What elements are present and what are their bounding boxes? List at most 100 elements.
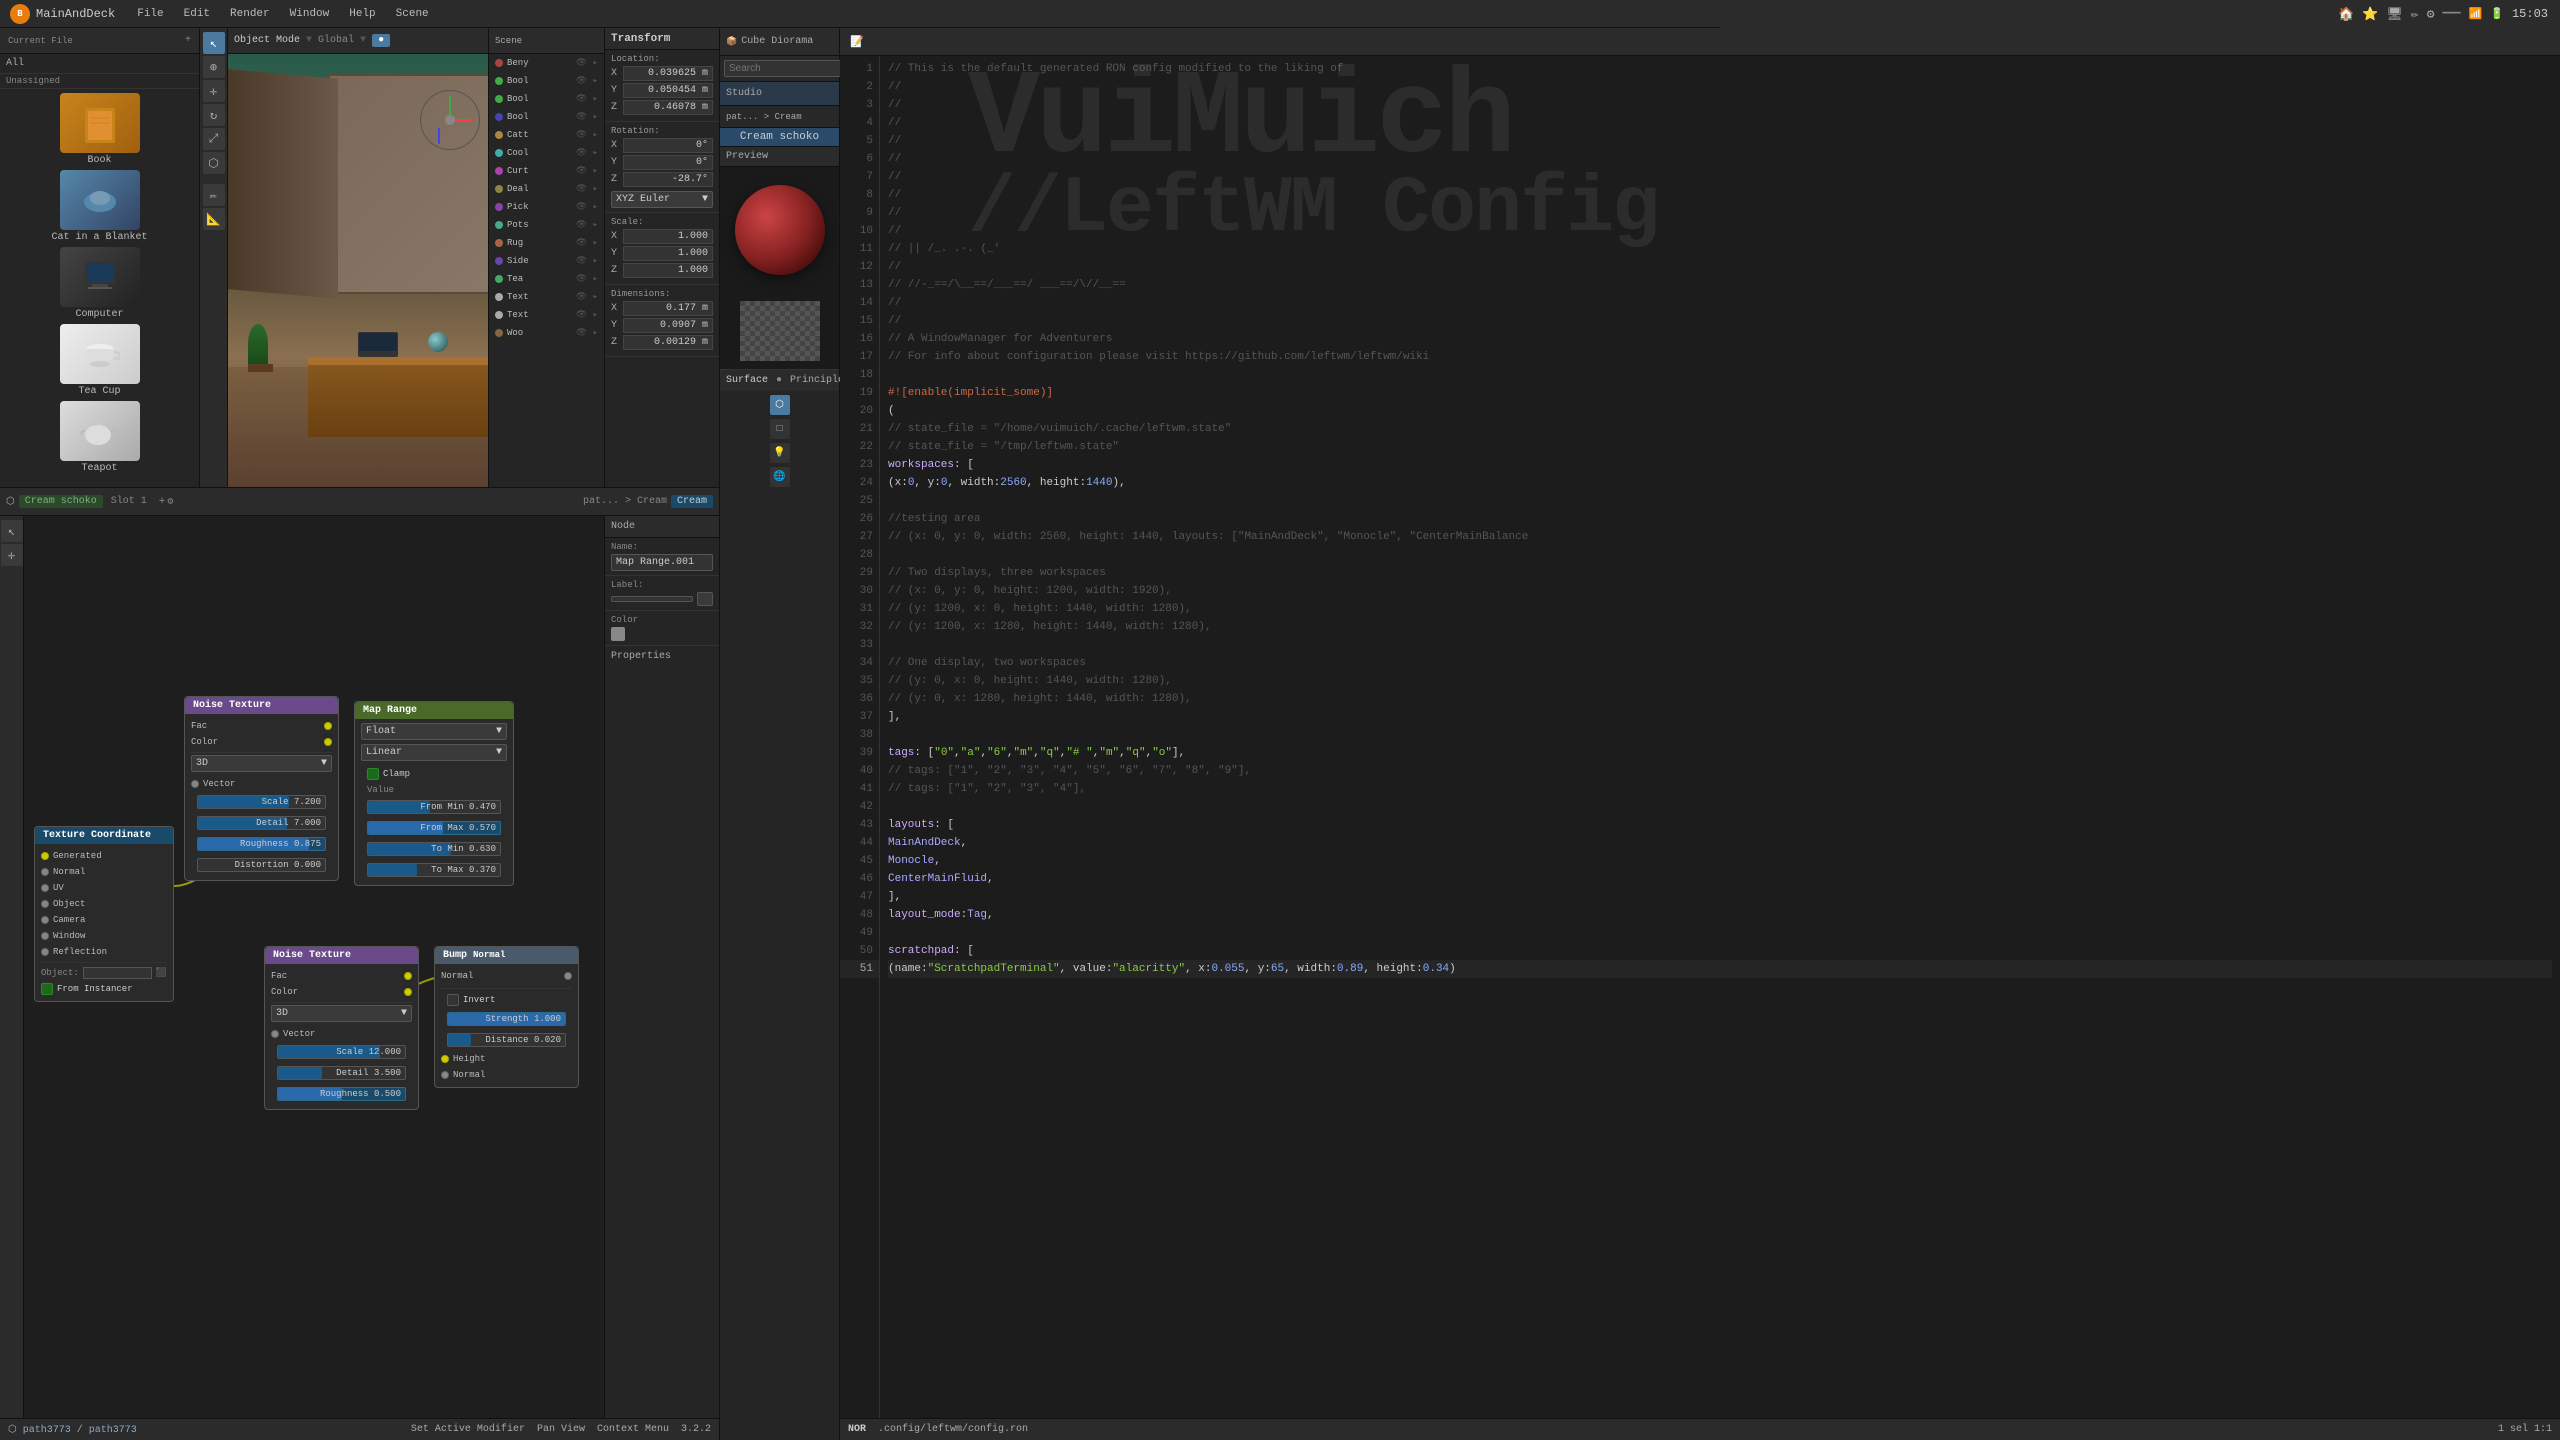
outliner-curt[interactable]: Curt 👁 ▸ xyxy=(489,162,604,180)
rot-mode-row: XYZ Euler ▼ xyxy=(611,191,713,208)
ln-14: 14 xyxy=(840,294,879,312)
outliner-beny[interactable]: Beny 👁 ▸ xyxy=(489,54,604,72)
asset-item-blanket[interactable]: Cat in a Blanket xyxy=(4,170,195,243)
orientation-dropdown[interactable]: Global xyxy=(318,35,354,46)
node-editor-area: ↖ ✛ xyxy=(0,516,719,1418)
menu-edit[interactable]: Edit xyxy=(176,6,218,22)
loc-z[interactable]: 0.46078 m xyxy=(623,100,713,115)
menu-render[interactable]: Render xyxy=(222,6,278,22)
asset-item-teapot[interactable]: Teapot xyxy=(4,401,195,474)
flat-icon[interactable]: □ xyxy=(770,419,790,439)
outliner-cool[interactable]: Cool 👁 ▸ xyxy=(489,144,604,162)
loc-x[interactable]: 0.039625 m xyxy=(623,66,713,81)
bump-strength-row: Strength 1.000 xyxy=(441,1009,572,1028)
node-name-value[interactable]: Map Range.001 xyxy=(611,554,713,571)
code-line-46: CenterMainFluid, xyxy=(888,870,2552,888)
outliner-side[interactable]: Side 👁 ▸ xyxy=(489,252,604,270)
noise2-type-dropdown[interactable]: 3D ▼ xyxy=(271,1005,412,1022)
ln-16: 16 xyxy=(840,330,879,348)
rot-z[interactable]: -28.7° xyxy=(623,172,713,187)
plant xyxy=(248,324,273,372)
code-line-7: // xyxy=(888,168,2552,186)
measure-tool[interactable]: 📐 xyxy=(203,208,225,230)
rot-x[interactable]: 0° xyxy=(623,138,713,153)
node-settings-icon[interactable]: ⚙ xyxy=(167,496,173,508)
scale-tool[interactable]: ⤢ xyxy=(203,128,225,150)
asset-item-computer[interactable]: Computer xyxy=(4,247,195,320)
outliner-rug[interactable]: Rug 👁 ▸ xyxy=(489,234,604,252)
viewport-gizmo xyxy=(420,90,480,150)
loc-y[interactable]: 0.050454 m xyxy=(623,83,713,98)
rotate-tool[interactable]: ↻ xyxy=(203,104,225,126)
from-min-row: From Min 0.470 xyxy=(361,797,507,816)
rot-y[interactable]: 0° xyxy=(623,155,713,170)
asset-browser-header: 📦 Cube Diorama xyxy=(720,28,839,56)
outliner-text1[interactable]: Text 👁 ▸ xyxy=(489,288,604,306)
dim-x[interactable]: 0.177 m xyxy=(623,301,713,316)
viewport-3d[interactable]: Object Mode ▼ Global ▼ ● xyxy=(228,28,488,487)
node-color-picker[interactable] xyxy=(697,592,713,606)
color-swatch[interactable] xyxy=(611,627,625,641)
cursor-tool[interactable]: ⊕ xyxy=(203,56,225,78)
scale-x-row: X 1.000 xyxy=(611,229,713,244)
scale-y[interactable]: 1.000 xyxy=(623,246,713,261)
outliner-text2[interactable]: Text 👁 ▸ xyxy=(489,306,604,324)
cream-material-label[interactable]: Cream schoko xyxy=(720,128,839,147)
home-icon[interactable]: 🏠 xyxy=(2338,7,2354,22)
light-icon[interactable]: 💡 xyxy=(770,443,790,463)
viewport-shading[interactable]: ● xyxy=(372,34,390,47)
outliner-woo[interactable]: Woo 👁 ▸ xyxy=(489,324,604,342)
noise-type-dropdown[interactable]: 3D ▼ xyxy=(191,755,332,772)
outliner-tea[interactable]: Tea 👁 ▸ xyxy=(489,270,604,288)
slot-label[interactable]: Slot 1 xyxy=(107,495,151,508)
scale-z[interactable]: 1.000 xyxy=(623,263,713,278)
pen-icon[interactable]: ✏ xyxy=(2411,7,2419,22)
outliner-bool2[interactable]: Bool 👁 ▸ xyxy=(489,90,604,108)
node-canvas[interactable]: Texture Coordinate Generated Normal xyxy=(24,516,604,1418)
blender-logo: B xyxy=(10,4,30,24)
cream-mat-label[interactable]: Cream xyxy=(671,495,713,508)
outliner-catt[interactable]: Catt 👁 ▸ xyxy=(489,126,604,144)
world-icon[interactable]: 🌐 xyxy=(770,467,790,487)
menu-help[interactable]: Help xyxy=(341,6,383,22)
add-icon[interactable]: + xyxy=(185,35,191,46)
select-tool[interactable]: ↖ xyxy=(203,32,225,54)
code-lines[interactable]: VuiMuich //LeftWM Config // This is the … xyxy=(880,56,2560,1418)
sphere-icon[interactable]: ⬡ xyxy=(770,395,790,415)
outliner-pick[interactable]: Pick 👁 ▸ xyxy=(489,198,604,216)
map-range-type-dropdown[interactable]: Float ▼ xyxy=(361,723,507,740)
settings-icon[interactable]: ⚙ xyxy=(2427,7,2435,22)
noise2-scale-row: Scale 12.000 xyxy=(271,1042,412,1061)
code-line-17: // For info about configuration please v… xyxy=(888,348,2552,366)
dim-z[interactable]: 0.00129 m xyxy=(623,335,713,350)
node-label-value[interactable] xyxy=(611,596,693,602)
ln-9: 9 xyxy=(840,204,879,222)
annotate-tool[interactable]: ✏ xyxy=(203,184,225,206)
move-tool[interactable]: ✛ xyxy=(203,80,225,102)
mode-dropdown[interactable]: Object Mode xyxy=(234,35,300,46)
outliner-bool3[interactable]: Bool 👁 ▸ xyxy=(489,108,604,126)
outliner-deal[interactable]: Deal 👁 ▸ xyxy=(489,180,604,198)
asset-item-book[interactable]: Book xyxy=(4,93,195,166)
dim-y[interactable]: 0.0907 m xyxy=(623,318,713,333)
asset-items-list: Book Cat in a Blanket xyxy=(0,89,199,487)
blender-panel: Current File + All Unassigned xyxy=(0,28,720,1440)
star-icon[interactable]: ⭐ xyxy=(2362,7,2378,22)
ln-21: 21 xyxy=(840,420,879,438)
asset-item-teacup[interactable]: Tea Cup xyxy=(4,324,195,397)
rotation-mode-dropdown[interactable]: XYZ Euler ▼ xyxy=(611,191,713,208)
menu-file[interactable]: File xyxy=(129,6,171,22)
outliner-pots[interactable]: Pots 👁 ▸ xyxy=(489,216,604,234)
menu-scene[interactable]: Scene xyxy=(388,6,437,22)
code-line-9: // xyxy=(888,204,2552,222)
map-range-interp-dropdown[interactable]: Linear ▼ xyxy=(361,744,507,761)
outliner-bool1[interactable]: Bool 👁 ▸ xyxy=(489,72,604,90)
add-node-icon[interactable]: + xyxy=(159,496,166,508)
ln-1: 1 xyxy=(840,60,879,78)
node-tool-2[interactable]: ✛ xyxy=(1,544,23,566)
scale-x[interactable]: 1.000 xyxy=(623,229,713,244)
node-tool-1[interactable]: ↖ xyxy=(1,520,23,542)
menu-window[interactable]: Window xyxy=(282,6,338,22)
monitor-icon[interactable]: 🖥 xyxy=(2386,7,2403,22)
transform-tool[interactable]: ⬡ xyxy=(203,152,225,174)
